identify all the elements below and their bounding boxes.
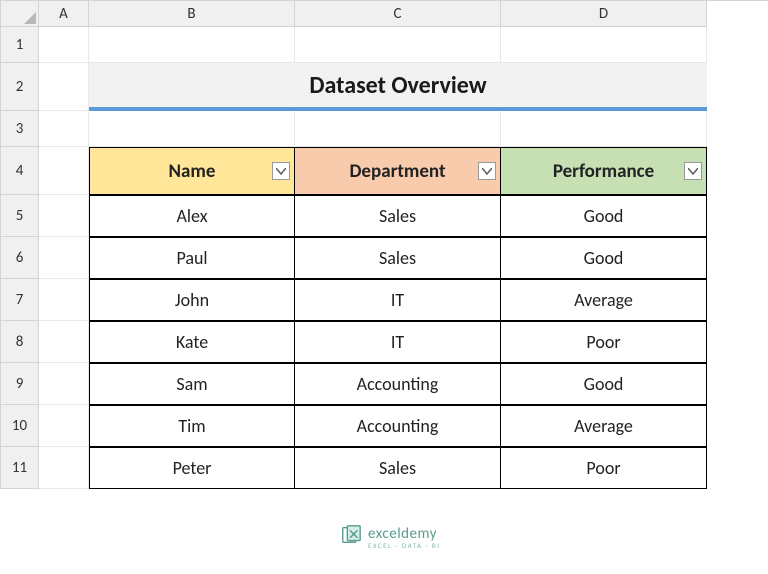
table-cell-name[interactable]: Tim <box>89 405 295 447</box>
cell-A5[interactable] <box>39 195 89 237</box>
cell-D3[interactable] <box>501 111 707 147</box>
row-header-4[interactable]: 4 <box>1 147 39 195</box>
watermark-subtitle: EXCEL · DATA · BI <box>368 542 441 549</box>
filter-button-performance[interactable] <box>684 162 702 180</box>
table-cell-name[interactable]: Sam <box>89 363 295 405</box>
row-header-11[interactable]: 11 <box>1 447 39 489</box>
row-header-9[interactable]: 9 <box>1 363 39 405</box>
filter-button-department[interactable] <box>478 162 496 180</box>
spreadsheet-grid: A B C D 1 2 Dataset Overview 3 4 Name De… <box>0 0 768 489</box>
table-cell-department[interactable]: Accounting <box>295 363 501 405</box>
table-header-label: Performance <box>553 160 654 183</box>
table-cell-name[interactable]: Alex <box>89 195 295 237</box>
cell-B3[interactable] <box>89 111 295 147</box>
table-header-performance[interactable]: Performance <box>501 147 707 195</box>
table-cell-performance[interactable]: Good <box>501 195 707 237</box>
table-cell-department[interactable]: Accounting <box>295 405 501 447</box>
table-header-label: Name <box>169 160 216 183</box>
table-cell-performance[interactable]: Average <box>501 405 707 447</box>
watermark: exceldemy EXCEL · DATA · BI <box>340 524 441 551</box>
cell-A3[interactable] <box>39 111 89 147</box>
table-cell-performance[interactable]: Poor <box>501 321 707 363</box>
cell-A2[interactable] <box>39 63 89 111</box>
cell-C3[interactable] <box>295 111 501 147</box>
cell-A10[interactable] <box>39 405 89 447</box>
row-header-10[interactable]: 10 <box>1 405 39 447</box>
cell-A11[interactable] <box>39 447 89 489</box>
table-cell-performance[interactable]: Poor <box>501 447 707 489</box>
cell-A4[interactable] <box>39 147 89 195</box>
table-cell-name[interactable]: Paul <box>89 237 295 279</box>
row-header-6[interactable]: 6 <box>1 237 39 279</box>
table-cell-department[interactable]: Sales <box>295 237 501 279</box>
row-header-7[interactable]: 7 <box>1 279 39 321</box>
table-cell-performance[interactable]: Good <box>501 363 707 405</box>
cell-C1[interactable] <box>295 27 501 63</box>
cell-A6[interactable] <box>39 237 89 279</box>
row-header-5[interactable]: 5 <box>1 195 39 237</box>
cell-B1[interactable] <box>89 27 295 63</box>
column-header-B[interactable]: B <box>89 1 295 27</box>
table-cell-performance[interactable]: Average <box>501 279 707 321</box>
exceldemy-logo-icon <box>340 524 362 551</box>
table-cell-department[interactable]: Sales <box>295 447 501 489</box>
row-header-2[interactable]: 2 <box>1 63 39 111</box>
select-all-corner[interactable] <box>1 1 39 27</box>
cell-D1[interactable] <box>501 27 707 63</box>
cell-A1[interactable] <box>39 27 89 63</box>
cell-A7[interactable] <box>39 279 89 321</box>
cell-A8[interactable] <box>39 321 89 363</box>
chevron-down-icon <box>482 168 492 175</box>
table-header-name[interactable]: Name <box>89 147 295 195</box>
column-header-A[interactable]: A <box>39 1 89 27</box>
chevron-down-icon <box>276 168 286 175</box>
table-cell-name[interactable]: John <box>89 279 295 321</box>
filter-button-name[interactable] <box>272 162 290 180</box>
chevron-down-icon <box>688 168 698 175</box>
table-cell-department[interactable]: Sales <box>295 195 501 237</box>
row-header-8[interactable]: 8 <box>1 321 39 363</box>
cell-A9[interactable] <box>39 363 89 405</box>
row-header-1[interactable]: 1 <box>1 27 39 63</box>
table-header-department[interactable]: Department <box>295 147 501 195</box>
table-header-label: Department <box>349 160 445 183</box>
table-cell-department[interactable]: IT <box>295 321 501 363</box>
dataset-title[interactable]: Dataset Overview <box>89 63 707 111</box>
column-header-D[interactable]: D <box>501 1 707 27</box>
row-header-3[interactable]: 3 <box>1 111 39 147</box>
table-cell-name[interactable]: Kate <box>89 321 295 363</box>
table-cell-performance[interactable]: Good <box>501 237 707 279</box>
watermark-title: exceldemy <box>368 527 441 542</box>
table-cell-name[interactable]: Peter <box>89 447 295 489</box>
column-header-C[interactable]: C <box>295 1 501 27</box>
table-cell-department[interactable]: IT <box>295 279 501 321</box>
